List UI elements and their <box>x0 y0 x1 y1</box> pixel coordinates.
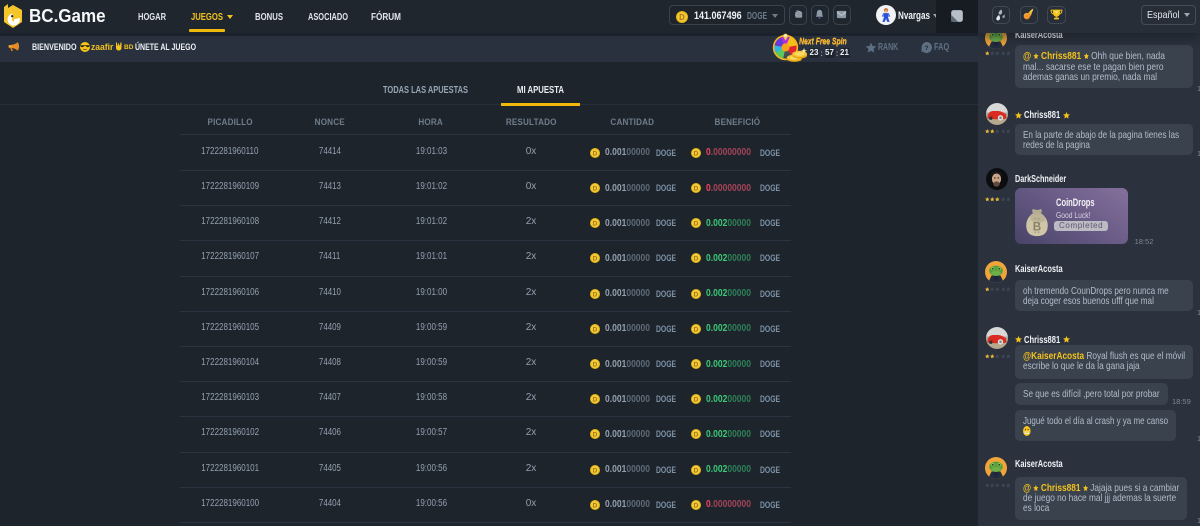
svg-text:D: D <box>694 361 699 368</box>
svg-text:D: D <box>679 12 685 21</box>
svg-text:B: B <box>1032 220 1040 233</box>
svg-text:D: D <box>694 432 699 439</box>
svg-text:D: D <box>593 291 598 298</box>
svg-text:D: D <box>694 150 699 157</box>
svg-text:D: D <box>593 397 598 404</box>
svg-text:D: D <box>593 221 598 228</box>
svg-text:D: D <box>694 467 699 474</box>
svg-text:D: D <box>593 361 598 368</box>
svg-text:D: D <box>694 185 699 192</box>
svg-text:D: D <box>593 256 598 263</box>
svg-text:D: D <box>593 467 598 474</box>
svg-text:D: D <box>694 326 699 333</box>
svg-text:D: D <box>593 150 598 157</box>
svg-text:D: D <box>593 502 598 509</box>
svg-text:D: D <box>593 185 598 192</box>
svg-text:?: ? <box>924 45 928 52</box>
svg-text:D: D <box>694 221 699 228</box>
svg-text:D: D <box>694 397 699 404</box>
svg-text:D: D <box>694 256 699 263</box>
svg-text:D: D <box>593 326 598 333</box>
svg-text:D: D <box>694 291 699 298</box>
svg-text:D: D <box>694 502 699 509</box>
svg-text:D: D <box>593 432 598 439</box>
